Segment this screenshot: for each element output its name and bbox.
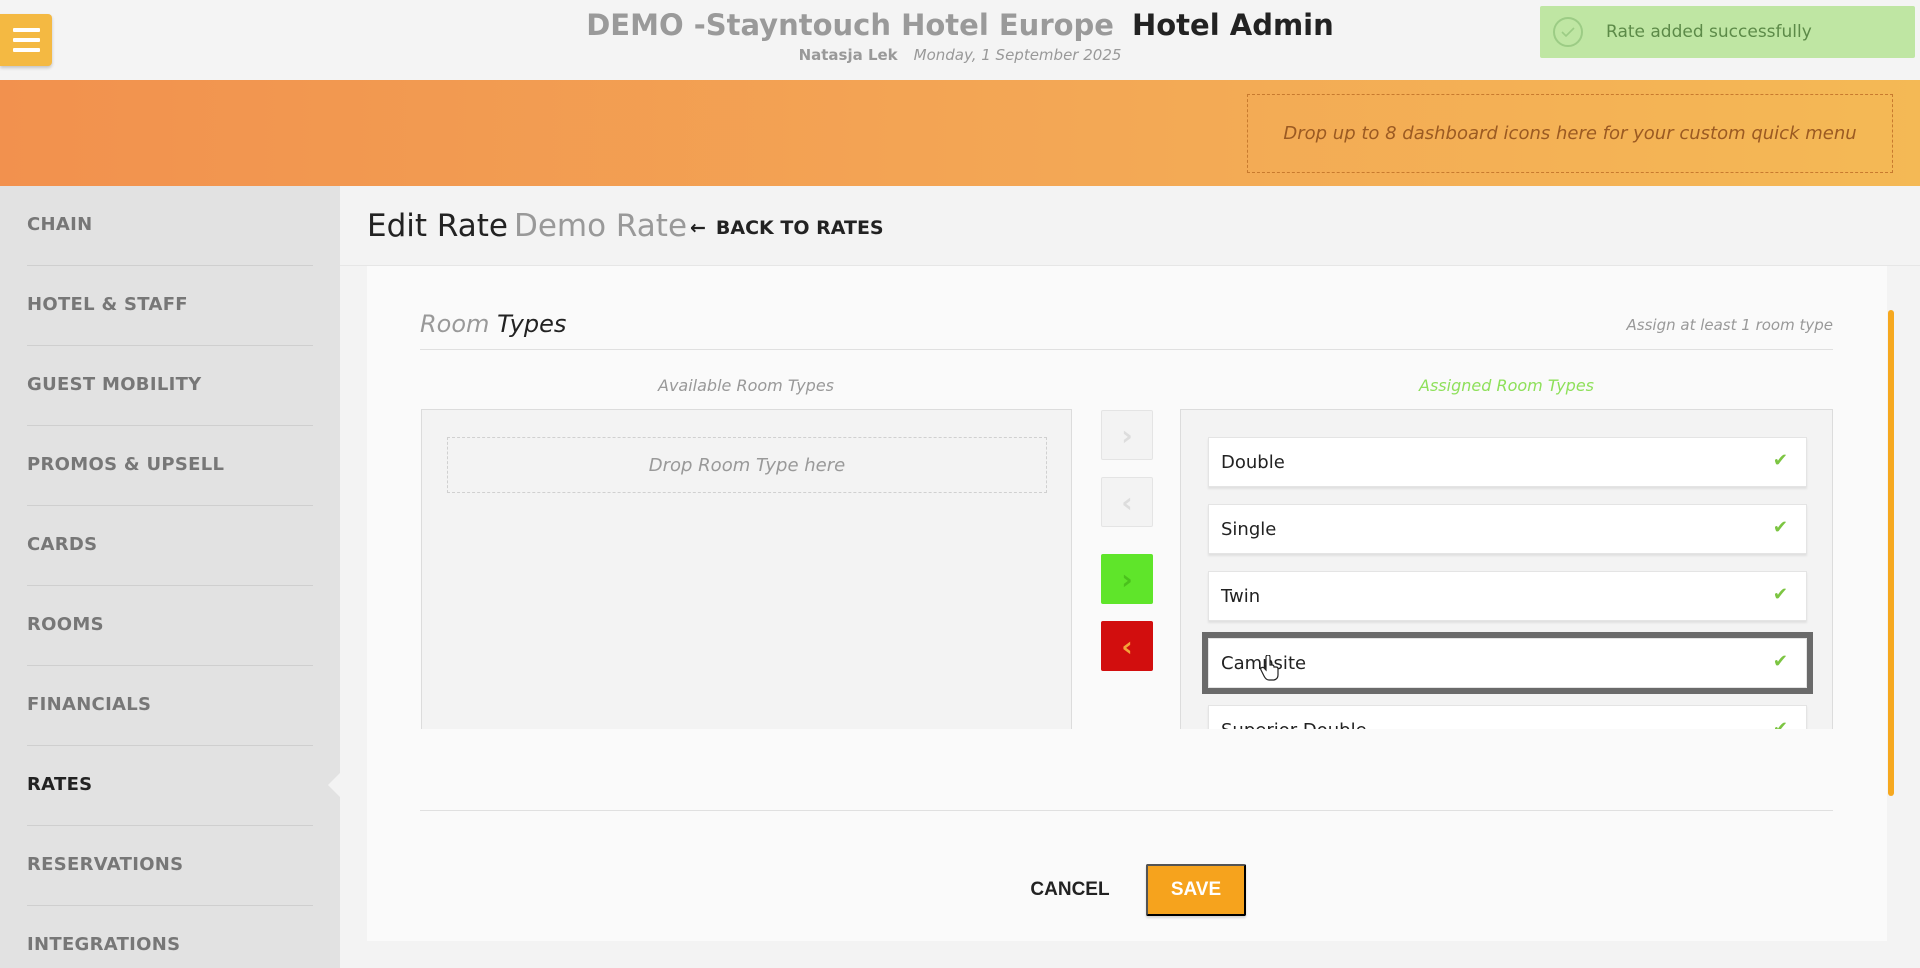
room-type-item[interactable]: Twin ✔ (1208, 571, 1807, 621)
hand-cursor-icon (1260, 655, 1279, 681)
quick-menu-placeholder: Drop up to 8 dashboard icons here for yo… (1283, 123, 1857, 144)
check-icon: ✔ (1772, 718, 1788, 729)
sidebar: CHAIN HOTEL & STAFF GUEST MOBILITY PROMO… (0, 186, 340, 968)
room-type-name: Superior Double (1221, 720, 1367, 729)
move-all-left-button[interactable]: ‹ (1101, 621, 1153, 671)
section-hint: Assign at least 1 room type (1626, 316, 1833, 334)
sidebar-item-label: ROOMS (27, 614, 104, 635)
section-title-light: Room (420, 310, 490, 338)
sidebar-item-chain[interactable]: CHAIN (0, 186, 340, 266)
room-type-dropzone[interactable]: Drop Room Type here (447, 437, 1047, 493)
sidebar-item-cards[interactable]: CARDS (0, 506, 340, 586)
available-room-types-list[interactable]: Drop Room Type here (421, 409, 1072, 729)
room-type-name: Single (1221, 519, 1277, 540)
check-icon: ✔ (1772, 651, 1788, 672)
sidebar-item-label: FINANCIALS (27, 694, 152, 715)
quick-menu-dropzone[interactable]: Drop up to 8 dashboard icons here for yo… (1247, 94, 1893, 173)
user-name: Natasja Lek (798, 46, 898, 64)
sidebar-item-rates[interactable]: RATES (0, 746, 340, 826)
move-all-right-button[interactable]: › (1101, 554, 1153, 604)
business-date: Monday, 1 September 2025 (913, 46, 1122, 64)
sidebar-item-reservations[interactable]: RESERVATIONS (0, 826, 340, 906)
sidebar-item-label: RESERVATIONS (27, 854, 184, 875)
page-title-text: Edit Rate (367, 208, 508, 244)
quick-menu-banner: Drop up to 8 dashboard icons here for yo… (0, 80, 1920, 186)
sidebar-item-label: CARDS (27, 534, 98, 555)
toast-message: Rate added successfully (1606, 22, 1812, 42)
chevron-left-icon: ‹ (1121, 629, 1133, 663)
top-header: DEMO -Stayntouch Hotel Europe Hotel Admin… (0, 0, 1920, 80)
scrollbar[interactable] (1888, 310, 1894, 796)
sidebar-item-label: RATES (27, 774, 93, 795)
sidebar-item-label: GUEST MOBILITY (27, 374, 202, 395)
dropzone-placeholder: Drop Room Type here (648, 454, 846, 476)
back-label: BACK TO RATES (715, 217, 884, 239)
chevron-left-icon: ‹ (1121, 485, 1133, 519)
room-type-item[interactable]: Double ✔ (1208, 437, 1807, 487)
sidebar-item-label: HOTEL & STAFF (27, 294, 188, 315)
section-title: Room Types (420, 310, 566, 338)
check-icon: ✔ (1772, 450, 1788, 471)
save-button[interactable]: SAVE (1146, 864, 1246, 916)
chevron-right-icon: › (1121, 418, 1133, 452)
room-type-item[interactable]: Superior Double ✔ (1208, 705, 1807, 729)
app-name: Hotel Admin (1131, 8, 1334, 42)
check-icon: ✔ (1772, 584, 1788, 605)
sidebar-item-label: CHAIN (27, 214, 93, 235)
sidebar-item-guest-mobility[interactable]: GUEST MOBILITY (0, 346, 340, 426)
move-left-button[interactable]: ‹ (1101, 477, 1153, 527)
footer-divider (420, 810, 1833, 811)
check-circle-icon (1553, 17, 1583, 47)
rate-name: Demo Rate (513, 208, 688, 244)
sidebar-item-promos-upsell[interactable]: PROMOS & UPSELL (0, 426, 340, 506)
active-indicator (328, 773, 340, 797)
sidebar-item-label: INTEGRATIONS (27, 934, 181, 955)
room-type-name: Double (1221, 452, 1285, 473)
room-type-name: Twin (1221, 586, 1261, 607)
hotel-name: DEMO -Stayntouch Hotel Europe (586, 8, 1114, 42)
sidebar-item-label: PROMOS & UPSELL (27, 454, 225, 475)
section-divider (420, 349, 1833, 350)
arrow-left-icon: ← (690, 217, 706, 239)
check-icon: ✔ (1772, 517, 1788, 538)
chevron-right-icon: › (1121, 562, 1133, 596)
move-right-button[interactable]: › (1101, 410, 1153, 460)
sidebar-item-integrations[interactable]: INTEGRATIONS (0, 906, 340, 968)
success-toast: Rate added successfully (1540, 6, 1915, 58)
page-title: Edit Rate Demo Rate (367, 208, 687, 244)
assigned-label: Assigned Room Types (1419, 376, 1594, 395)
sidebar-item-financials[interactable]: FINANCIALS (0, 666, 340, 746)
sidebar-item-hotel-staff[interactable]: HOTEL & STAFF (0, 266, 340, 346)
room-type-item[interactable]: Single ✔ (1208, 504, 1807, 554)
assigned-room-types-list[interactable]: Double ✔ Single ✔ Twin ✔ Campsite ✔ Supe… (1180, 409, 1833, 729)
section-title-dark: Types (497, 310, 567, 338)
sidebar-item-rooms[interactable]: ROOMS (0, 586, 340, 666)
available-label: Available Room Types (658, 376, 834, 395)
back-to-rates-link[interactable]: ← BACK TO RATES (690, 217, 884, 239)
cancel-button[interactable]: CANCEL (1020, 866, 1120, 914)
room-type-item-selected[interactable]: Campsite ✔ (1202, 632, 1813, 694)
